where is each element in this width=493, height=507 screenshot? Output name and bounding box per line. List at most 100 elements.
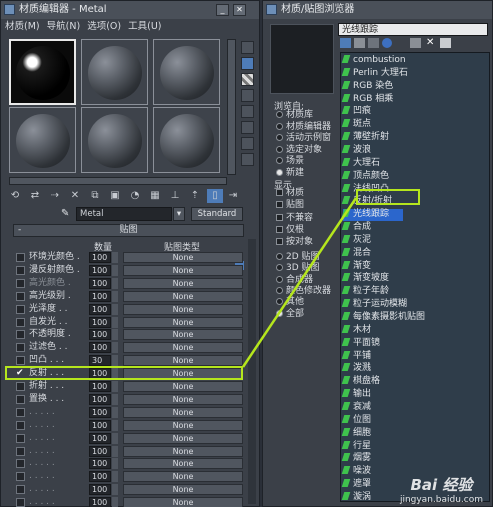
filter-option[interactable]: 2D 贴图 <box>276 252 320 263</box>
map-list-item[interactable]: 大理石 <box>341 157 380 170</box>
map-list-item[interactable]: 输出 <box>341 389 371 401</box>
map-list-item[interactable]: 泼溅 <box>341 363 371 375</box>
map-list-item[interactable]: 平面镜 <box>341 337 380 350</box>
map-amount-field[interactable]: 100 <box>89 393 111 405</box>
show-option[interactable]: 仅根 <box>276 225 304 236</box>
browse-from-option[interactable]: 材质编辑器 <box>276 122 331 133</box>
map-slot-button[interactable]: None <box>123 342 243 354</box>
menu-material[interactable]: 材质(M) <box>5 21 40 32</box>
map-slot-button[interactable]: None <box>123 393 243 405</box>
browse-from-option[interactable]: 活动示例窗 <box>276 133 331 144</box>
map-amount-field[interactable]: 100 <box>89 497 111 507</box>
view-large-icons-icon[interactable] <box>382 38 392 48</box>
maps-rollout-header[interactable]: - 贴图 <box>13 224 244 237</box>
video-check-icon[interactable] <box>241 105 254 118</box>
browser-search-field[interactable]: 光线跟踪 <box>338 23 488 36</box>
map-list-item[interactable]: 渐变 <box>341 260 371 273</box>
show-end-result-icon[interactable]: ⊥ <box>167 189 183 203</box>
map-amount-field[interactable]: 100 <box>89 264 111 276</box>
map-enable-checkbox[interactable] <box>16 291 25 301</box>
amount-spinner[interactable] <box>112 497 118 507</box>
menu-options[interactable]: 选项(O) <box>87 21 121 32</box>
map-list-item[interactable]: 棋盘格 <box>341 376 380 388</box>
material-name-dropdown-icon[interactable]: ▾ <box>173 207 185 221</box>
filter-radio-icon[interactable] <box>276 286 283 294</box>
show-radio-icon[interactable] <box>276 201 283 209</box>
map-slot-button[interactable]: None <box>123 381 243 392</box>
filter-option[interactable]: 3D 贴图 <box>276 263 320 274</box>
reset-map-icon[interactable]: ✕ <box>67 189 83 203</box>
map-list-item[interactable]: 光线跟踪 <box>341 209 403 221</box>
map-enable-checkbox[interactable] <box>16 420 25 430</box>
map-amount-field[interactable]: 100 <box>89 406 111 418</box>
material-type-button[interactable]: Standard <box>191 207 243 221</box>
map-list-item[interactable]: 薄壁折射 <box>341 132 389 144</box>
map-slot-button[interactable]: None <box>123 406 243 418</box>
map-amount-field[interactable]: 100 <box>89 277 111 289</box>
browse-from-radio-icon[interactable] <box>276 157 283 164</box>
make-preview-icon[interactable] <box>241 121 254 134</box>
browse-from-radio-icon[interactable] <box>276 168 283 176</box>
amount-spinner[interactable] <box>112 264 118 276</box>
sample-slot-6[interactable] <box>153 107 220 173</box>
sample-slot-1[interactable] <box>9 39 76 105</box>
map-slot-button[interactable]: None <box>123 497 243 507</box>
filter-radio-icon[interactable] <box>276 264 283 272</box>
menu-tools[interactable]: 工具(U) <box>128 21 161 32</box>
material-effects-icon[interactable]: ◔ <box>127 189 143 203</box>
map-slot-button[interactable]: None <box>123 484 243 496</box>
map-enable-checkbox[interactable] <box>16 356 25 366</box>
background-icon[interactable] <box>241 73 254 86</box>
show-option[interactable]: 按对象 <box>276 237 313 248</box>
map-slot-button[interactable]: None <box>123 355 243 367</box>
map-amount-field[interactable]: 100 <box>89 303 111 315</box>
amount-spinner[interactable] <box>112 471 118 483</box>
filter-option[interactable]: 颜色修改器 <box>276 286 331 297</box>
map-amount-field[interactable]: 100 <box>89 329 111 341</box>
filter-option[interactable]: 合成器 <box>276 275 313 286</box>
sample-slot-2[interactable] <box>81 39 148 105</box>
amount-spinner[interactable] <box>112 419 118 431</box>
map-amount-field[interactable]: 100 <box>89 252 111 263</box>
map-enable-checkbox[interactable] <box>16 343 25 353</box>
show-radio-icon[interactable] <box>276 225 283 233</box>
map-amount-field[interactable]: 100 <box>89 419 111 431</box>
map-amount-field[interactable]: 100 <box>89 484 111 496</box>
browse-from-radio-icon[interactable] <box>276 134 283 141</box>
material-editor-titlebar[interactable]: 材质编辑器 - Metal _ ✕ <box>1 1 259 19</box>
amount-spinner[interactable] <box>112 381 118 392</box>
map-amount-field[interactable]: 100 <box>89 458 111 470</box>
map-list-item[interactable]: 顶点颜色 <box>341 170 389 183</box>
browse-from-option[interactable]: 材质库 <box>276 110 313 121</box>
map-enable-checkbox[interactable] <box>16 407 25 417</box>
map-amount-field[interactable]: 100 <box>89 316 111 328</box>
browse-from-radio-icon[interactable] <box>276 122 283 130</box>
map-list-item[interactable]: RGB 相乘 <box>341 93 393 106</box>
map-amount-field[interactable]: 100 <box>89 381 111 392</box>
map-list-item[interactable]: 烟雾 <box>341 453 371 465</box>
amount-spinner[interactable] <box>112 290 118 302</box>
map-slot-button[interactable]: None <box>123 303 243 315</box>
map-list-item[interactable]: 位图 <box>341 414 371 427</box>
go-to-parent-icon[interactable]: ⇡ <box>187 189 203 203</box>
filter-radio-icon[interactable] <box>276 309 283 317</box>
map-list-item[interactable]: 木材 <box>341 324 371 337</box>
view-list-icon[interactable] <box>340 38 351 48</box>
map-slot-button[interactable]: None <box>123 471 243 483</box>
sample-slot-4[interactable] <box>9 107 76 173</box>
map-slot-button[interactable]: None <box>123 277 243 289</box>
browse-from-radio-icon[interactable] <box>276 145 283 153</box>
map-amount-field[interactable]: 30 <box>89 355 111 367</box>
minimize-icon[interactable]: _ <box>216 4 229 16</box>
map-amount-field[interactable]: 100 <box>89 471 111 483</box>
show-radio-icon[interactable] <box>276 189 283 196</box>
map-slot-button[interactable]: None <box>123 252 243 263</box>
browse-from-radio-icon[interactable] <box>276 111 283 118</box>
sample-type-icon[interactable] <box>241 41 254 54</box>
map-list-item[interactable]: 漩涡 <box>341 491 371 501</box>
get-material-icon[interactable]: ⟲ <box>7 189 23 203</box>
amount-spinner[interactable] <box>112 303 118 315</box>
amount-spinner[interactable] <box>112 445 118 457</box>
options-icon[interactable] <box>241 137 254 150</box>
map-enable-checkbox[interactable] <box>16 485 25 495</box>
